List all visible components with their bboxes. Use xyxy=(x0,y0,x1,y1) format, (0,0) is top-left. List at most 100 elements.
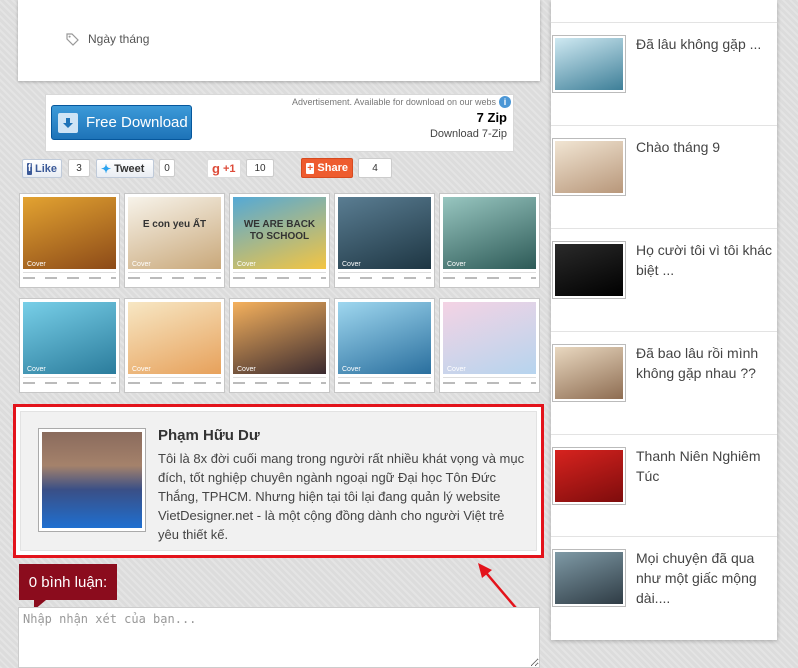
related-post-caption: Cover xyxy=(27,261,46,268)
twitter-bird-icon: ✦ xyxy=(101,161,112,176)
sidebar-post-image xyxy=(555,38,623,90)
author-box-inner: Phạm Hữu Dư Tôi là 8x đời cuối mang tron… xyxy=(20,411,537,551)
related-post-caption: Cover xyxy=(237,366,256,373)
share-label: Share xyxy=(317,162,348,174)
post-tag[interactable]: Ngày tháng xyxy=(66,32,149,46)
facebook-like-label: Like xyxy=(34,162,57,175)
sidebar-post-image xyxy=(555,141,623,193)
sidebar-post-thumb[interactable] xyxy=(552,138,626,196)
related-post-caption: Cover xyxy=(342,261,361,268)
sidebar-post-item[interactable]: Mọi chuyện đã qua như một giấc mộng dài.… xyxy=(551,536,777,640)
comment-input[interactable] xyxy=(18,607,540,668)
free-download-label: Free Download xyxy=(86,114,188,131)
sidebar-post-title[interactable]: Đã lâu không gặp ... xyxy=(636,34,774,54)
share-count: 4 xyxy=(358,158,392,178)
related-post-image: Cover xyxy=(443,197,536,269)
free-download-button[interactable]: Free Download xyxy=(51,105,192,140)
comment-count-label: 0 bình luận: xyxy=(19,564,117,600)
author-box: Phạm Hữu Dư Tôi là 8x đời cuối mang tron… xyxy=(13,404,544,558)
related-post-image: Cover xyxy=(128,302,221,374)
sidebar-post-item[interactable]: Đã lâu không gặp ... xyxy=(551,22,777,125)
related-post-caption: Cover xyxy=(342,366,361,373)
ad-subtitle[interactable]: Download 7-Zip xyxy=(430,128,507,140)
sidebar-post-image xyxy=(555,347,623,399)
related-post-image: Cover xyxy=(338,302,431,374)
related-post-thumb[interactable]: Cover xyxy=(19,298,120,393)
related-post-thumb[interactable]: E con yeu ẤT Cover xyxy=(124,193,225,288)
sidebar-post-thumb[interactable] xyxy=(552,35,626,93)
twitter-tweet-label: Tweet xyxy=(114,162,145,175)
related-post-thumb[interactable]: Cover xyxy=(439,193,540,288)
ad-title[interactable]: 7 Zip xyxy=(477,110,507,125)
sidebar-post-item[interactable]: Thanh Niên Nghiêm Túc xyxy=(551,434,777,536)
sidebar-post-title[interactable]: Họ cười tôi vì tôi khác biệt ... xyxy=(636,240,774,280)
related-post-caption: Cover xyxy=(132,366,151,373)
related-post-overlay-text: E con yeu ẤT xyxy=(142,219,207,230)
facebook-like-count: 3 xyxy=(68,159,90,177)
sidebar-post-title[interactable]: Chào tháng 9 xyxy=(636,137,774,157)
twitter-tweet-count: 0 xyxy=(159,159,175,177)
related-post-thumb[interactable]: Cover xyxy=(439,298,540,393)
facebook-like-button[interactable]: f Like xyxy=(22,159,62,178)
author-name[interactable]: Phạm Hữu Dư xyxy=(158,427,260,444)
related-post-caption: Cover xyxy=(132,261,151,268)
related-post-thumb[interactable]: Cover xyxy=(334,298,435,393)
google-plus-icon: g xyxy=(212,161,220,176)
related-post-image: Cover xyxy=(23,197,116,269)
sidebar-post-title[interactable]: Đã bao lâu rồi mình không gặp nhau ?? xyxy=(636,343,774,383)
author-photo-image xyxy=(42,432,142,528)
sidebar-popular-posts: Đã lâu không gặp ... Chào tháng 9 Họ cười … xyxy=(551,0,777,640)
download-icon xyxy=(58,112,78,133)
info-icon[interactable]: i xyxy=(499,96,511,108)
related-post-meta-bar xyxy=(233,377,326,387)
sidebar-post-item[interactable]: Họ cười tôi vì tôi khác biệt ... xyxy=(551,228,777,331)
related-post-meta-bar xyxy=(338,377,431,387)
share-button[interactable]: + Share xyxy=(301,158,353,178)
author-avatar[interactable] xyxy=(38,428,146,532)
related-post-caption: Cover xyxy=(447,261,466,268)
related-post-caption: Cover xyxy=(237,261,256,268)
sidebar-post-thumb[interactable] xyxy=(552,241,626,299)
advertisement: Free Download Advertisement. Available f… xyxy=(45,94,514,152)
related-post-thumb[interactable]: Cover xyxy=(19,193,120,288)
google-plus-label: +1 xyxy=(222,162,236,175)
sidebar-post-title[interactable]: Thanh Niên Nghiêm Túc xyxy=(636,446,774,486)
twitter-tweet-button[interactable]: ✦ Tweet xyxy=(96,159,154,178)
related-post-meta-bar xyxy=(443,377,536,387)
sidebar-post-image xyxy=(555,552,623,604)
related-post-thumb[interactable]: Cover xyxy=(334,193,435,288)
google-plus-count: 10 xyxy=(246,159,274,177)
sidebar-post-thumb[interactable] xyxy=(552,447,626,505)
related-post-image: WE ARE BACK TO SCHOOL Cover xyxy=(233,197,326,269)
facebook-icon: f xyxy=(27,162,32,175)
tag-icon xyxy=(66,32,79,46)
tag-label[interactable]: Ngày tháng xyxy=(88,32,149,46)
related-post-meta-bar xyxy=(233,272,326,282)
related-post-image: Cover xyxy=(443,302,536,374)
related-post-image: Cover xyxy=(338,197,431,269)
related-post-meta-bar xyxy=(338,272,431,282)
google-plus-button[interactable]: g +1 xyxy=(207,159,241,178)
sidebar-post-item[interactable]: Chào tháng 9 xyxy=(551,125,777,228)
related-post-image: Cover xyxy=(23,302,116,374)
sidebar-post-image xyxy=(555,244,623,296)
related-post-meta-bar xyxy=(443,272,536,282)
sidebar-post-image xyxy=(555,450,623,502)
sidebar-post-thumb[interactable] xyxy=(552,344,626,402)
related-post-thumb[interactable]: Cover xyxy=(124,298,225,393)
plus-icon: + xyxy=(306,162,315,174)
related-post-meta-bar xyxy=(128,272,221,282)
related-post-thumb[interactable]: WE ARE BACK TO SCHOOL Cover xyxy=(229,193,330,288)
ad-note: Advertisement. Available for download on… xyxy=(292,97,496,107)
related-post-image: Cover xyxy=(233,302,326,374)
related-post-overlay-text: WE ARE BACK TO SCHOOL xyxy=(243,219,316,242)
related-post-image: E con yeu ẤT Cover xyxy=(128,197,221,269)
related-post-caption: Cover xyxy=(27,366,46,373)
sidebar-post-thumb[interactable] xyxy=(552,549,626,607)
related-post-caption: Cover xyxy=(447,366,466,373)
sidebar-post-item[interactable]: Đã bao lâu rồi mình không gặp nhau ?? xyxy=(551,331,777,434)
related-post-meta-bar xyxy=(128,377,221,387)
related-post-thumb[interactable]: Cover xyxy=(229,298,330,393)
related-post-meta-bar xyxy=(23,377,116,387)
sidebar-post-title[interactable]: Mọi chuyện đã qua như một giấc mộng dài.… xyxy=(636,548,774,608)
